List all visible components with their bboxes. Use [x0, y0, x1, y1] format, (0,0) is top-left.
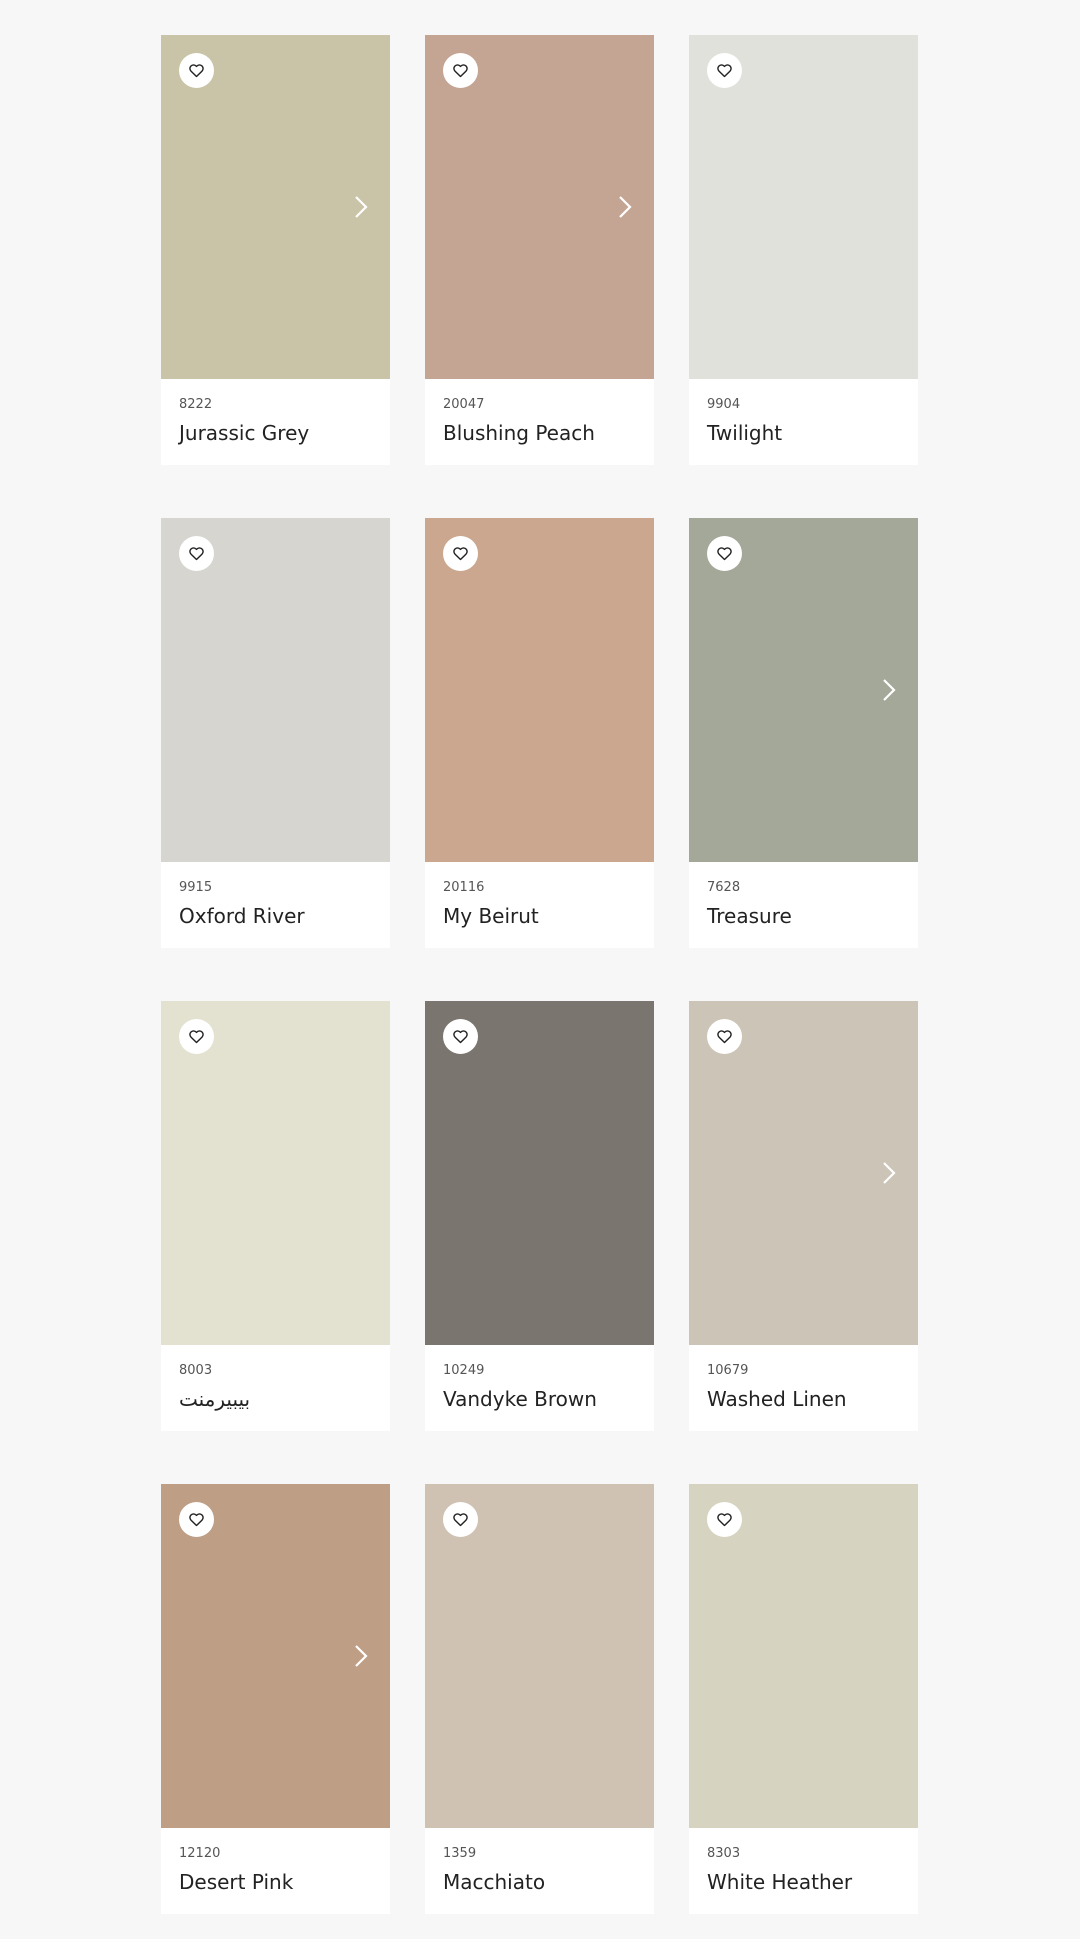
color-name[interactable]: Washed Linen	[707, 1386, 900, 1412]
chevron-right-icon	[619, 196, 632, 218]
color-card[interactable]: 9904 Twilight	[689, 35, 918, 465]
color-code: 20116	[443, 880, 485, 895]
color-info: 9915 Oxford River	[161, 862, 390, 929]
favorite-button[interactable]	[179, 536, 214, 571]
color-info: 12120 Desert Pink	[161, 1828, 390, 1895]
next-image-button[interactable]	[874, 675, 904, 705]
favorite-button[interactable]	[179, 1502, 214, 1537]
favorite-button[interactable]	[707, 53, 742, 88]
color-card[interactable]: 9915 Oxford River	[161, 518, 390, 948]
color-swatch	[161, 1001, 390, 1345]
heart-outline-icon	[189, 64, 204, 78]
color-card[interactable]: 8222 Jurassic Grey	[161, 35, 390, 465]
color-info: 8222 Jurassic Grey	[161, 379, 390, 446]
color-info: 1359 Macchiato	[425, 1828, 654, 1895]
color-card[interactable]: 10249 Vandyke Brown	[425, 1001, 654, 1431]
chevron-right-icon	[355, 196, 368, 218]
color-name[interactable]: Twilight	[707, 420, 900, 446]
color-name[interactable]: Macchiato	[443, 1869, 636, 1895]
color-code: 10249	[443, 1363, 485, 1378]
color-info: 20116 My Beirut	[425, 862, 654, 929]
color-swatch	[425, 518, 654, 862]
color-code: 9915	[179, 880, 213, 895]
color-swatch	[689, 1001, 918, 1345]
color-name[interactable]: Oxford River	[179, 903, 372, 929]
color-swatch	[689, 35, 918, 379]
color-card[interactable]: 12120 Desert Pink	[161, 1484, 390, 1914]
color-name[interactable]: Treasure	[707, 903, 900, 929]
next-image-button[interactable]	[610, 192, 640, 222]
chevron-right-icon	[883, 1162, 896, 1184]
color-swatch	[161, 518, 390, 862]
color-info: 7628 Treasure	[689, 862, 918, 929]
color-swatch	[161, 1484, 390, 1828]
favorite-button[interactable]	[179, 53, 214, 88]
favorite-button[interactable]	[443, 1502, 478, 1537]
heart-outline-icon	[189, 1513, 204, 1527]
color-name[interactable]: Desert Pink	[179, 1869, 372, 1895]
heart-outline-icon	[453, 1513, 468, 1527]
color-code: 10679	[707, 1363, 749, 1378]
color-info: 8003 بيبيرمنت	[161, 1345, 390, 1412]
color-card[interactable]: 20047 Blushing Peach	[425, 35, 654, 465]
color-name[interactable]: Blushing Peach	[443, 420, 636, 446]
color-name[interactable]: Jurassic Grey	[179, 420, 372, 446]
favorite-button[interactable]	[443, 53, 478, 88]
color-card[interactable]: 7628 Treasure	[689, 518, 918, 948]
color-name[interactable]: My Beirut	[443, 903, 636, 929]
color-card[interactable]: 8003 بيبيرمنت	[161, 1001, 390, 1431]
heart-outline-icon	[189, 547, 204, 561]
color-swatch	[161, 35, 390, 379]
color-swatch	[689, 518, 918, 862]
color-info: 20047 Blushing Peach	[425, 379, 654, 446]
favorite-button[interactable]	[707, 536, 742, 571]
favorite-button[interactable]	[443, 536, 478, 571]
color-swatch-grid: 8222 Jurassic Grey 20047 Blushing Peach	[161, 35, 919, 1914]
next-image-button[interactable]	[346, 192, 376, 222]
chevron-right-icon	[883, 679, 896, 701]
heart-outline-icon	[717, 64, 732, 78]
color-card[interactable]: 10679 Washed Linen	[689, 1001, 918, 1431]
favorite-button[interactable]	[707, 1502, 742, 1537]
color-code: 12120	[179, 1846, 221, 1861]
color-code: 8222	[179, 397, 213, 412]
color-info: 9904 Twilight	[689, 379, 918, 446]
color-card[interactable]: 20116 My Beirut	[425, 518, 654, 948]
heart-outline-icon	[717, 1030, 732, 1044]
color-card[interactable]: 8303 White Heather	[689, 1484, 918, 1914]
color-swatch	[425, 35, 654, 379]
next-image-button[interactable]	[346, 1641, 376, 1671]
color-name[interactable]: بيبيرمنت	[179, 1386, 372, 1412]
color-name[interactable]: Vandyke Brown	[443, 1386, 636, 1412]
color-code: 20047	[443, 397, 485, 412]
heart-outline-icon	[717, 1513, 732, 1527]
favorite-button[interactable]	[707, 1019, 742, 1054]
color-code: 7628	[707, 880, 741, 895]
color-code: 8303	[707, 1846, 741, 1861]
chevron-right-icon	[355, 1645, 368, 1667]
color-code: 8003	[179, 1363, 213, 1378]
color-code: 9904	[707, 397, 741, 412]
favorite-button[interactable]	[179, 1019, 214, 1054]
heart-outline-icon	[453, 547, 468, 561]
color-info: 8303 White Heather	[689, 1828, 918, 1895]
color-info: 10249 Vandyke Brown	[425, 1345, 654, 1412]
heart-outline-icon	[189, 1030, 204, 1044]
next-image-button[interactable]	[874, 1158, 904, 1188]
favorite-button[interactable]	[443, 1019, 478, 1054]
color-info: 10679 Washed Linen	[689, 1345, 918, 1412]
heart-outline-icon	[453, 1030, 468, 1044]
color-swatch	[425, 1001, 654, 1345]
color-code: 1359	[443, 1846, 477, 1861]
heart-outline-icon	[717, 547, 732, 561]
heart-outline-icon	[453, 64, 468, 78]
color-card[interactable]: 1359 Macchiato	[425, 1484, 654, 1914]
color-swatch	[689, 1484, 918, 1828]
color-name[interactable]: White Heather	[707, 1869, 900, 1895]
color-swatch	[425, 1484, 654, 1828]
